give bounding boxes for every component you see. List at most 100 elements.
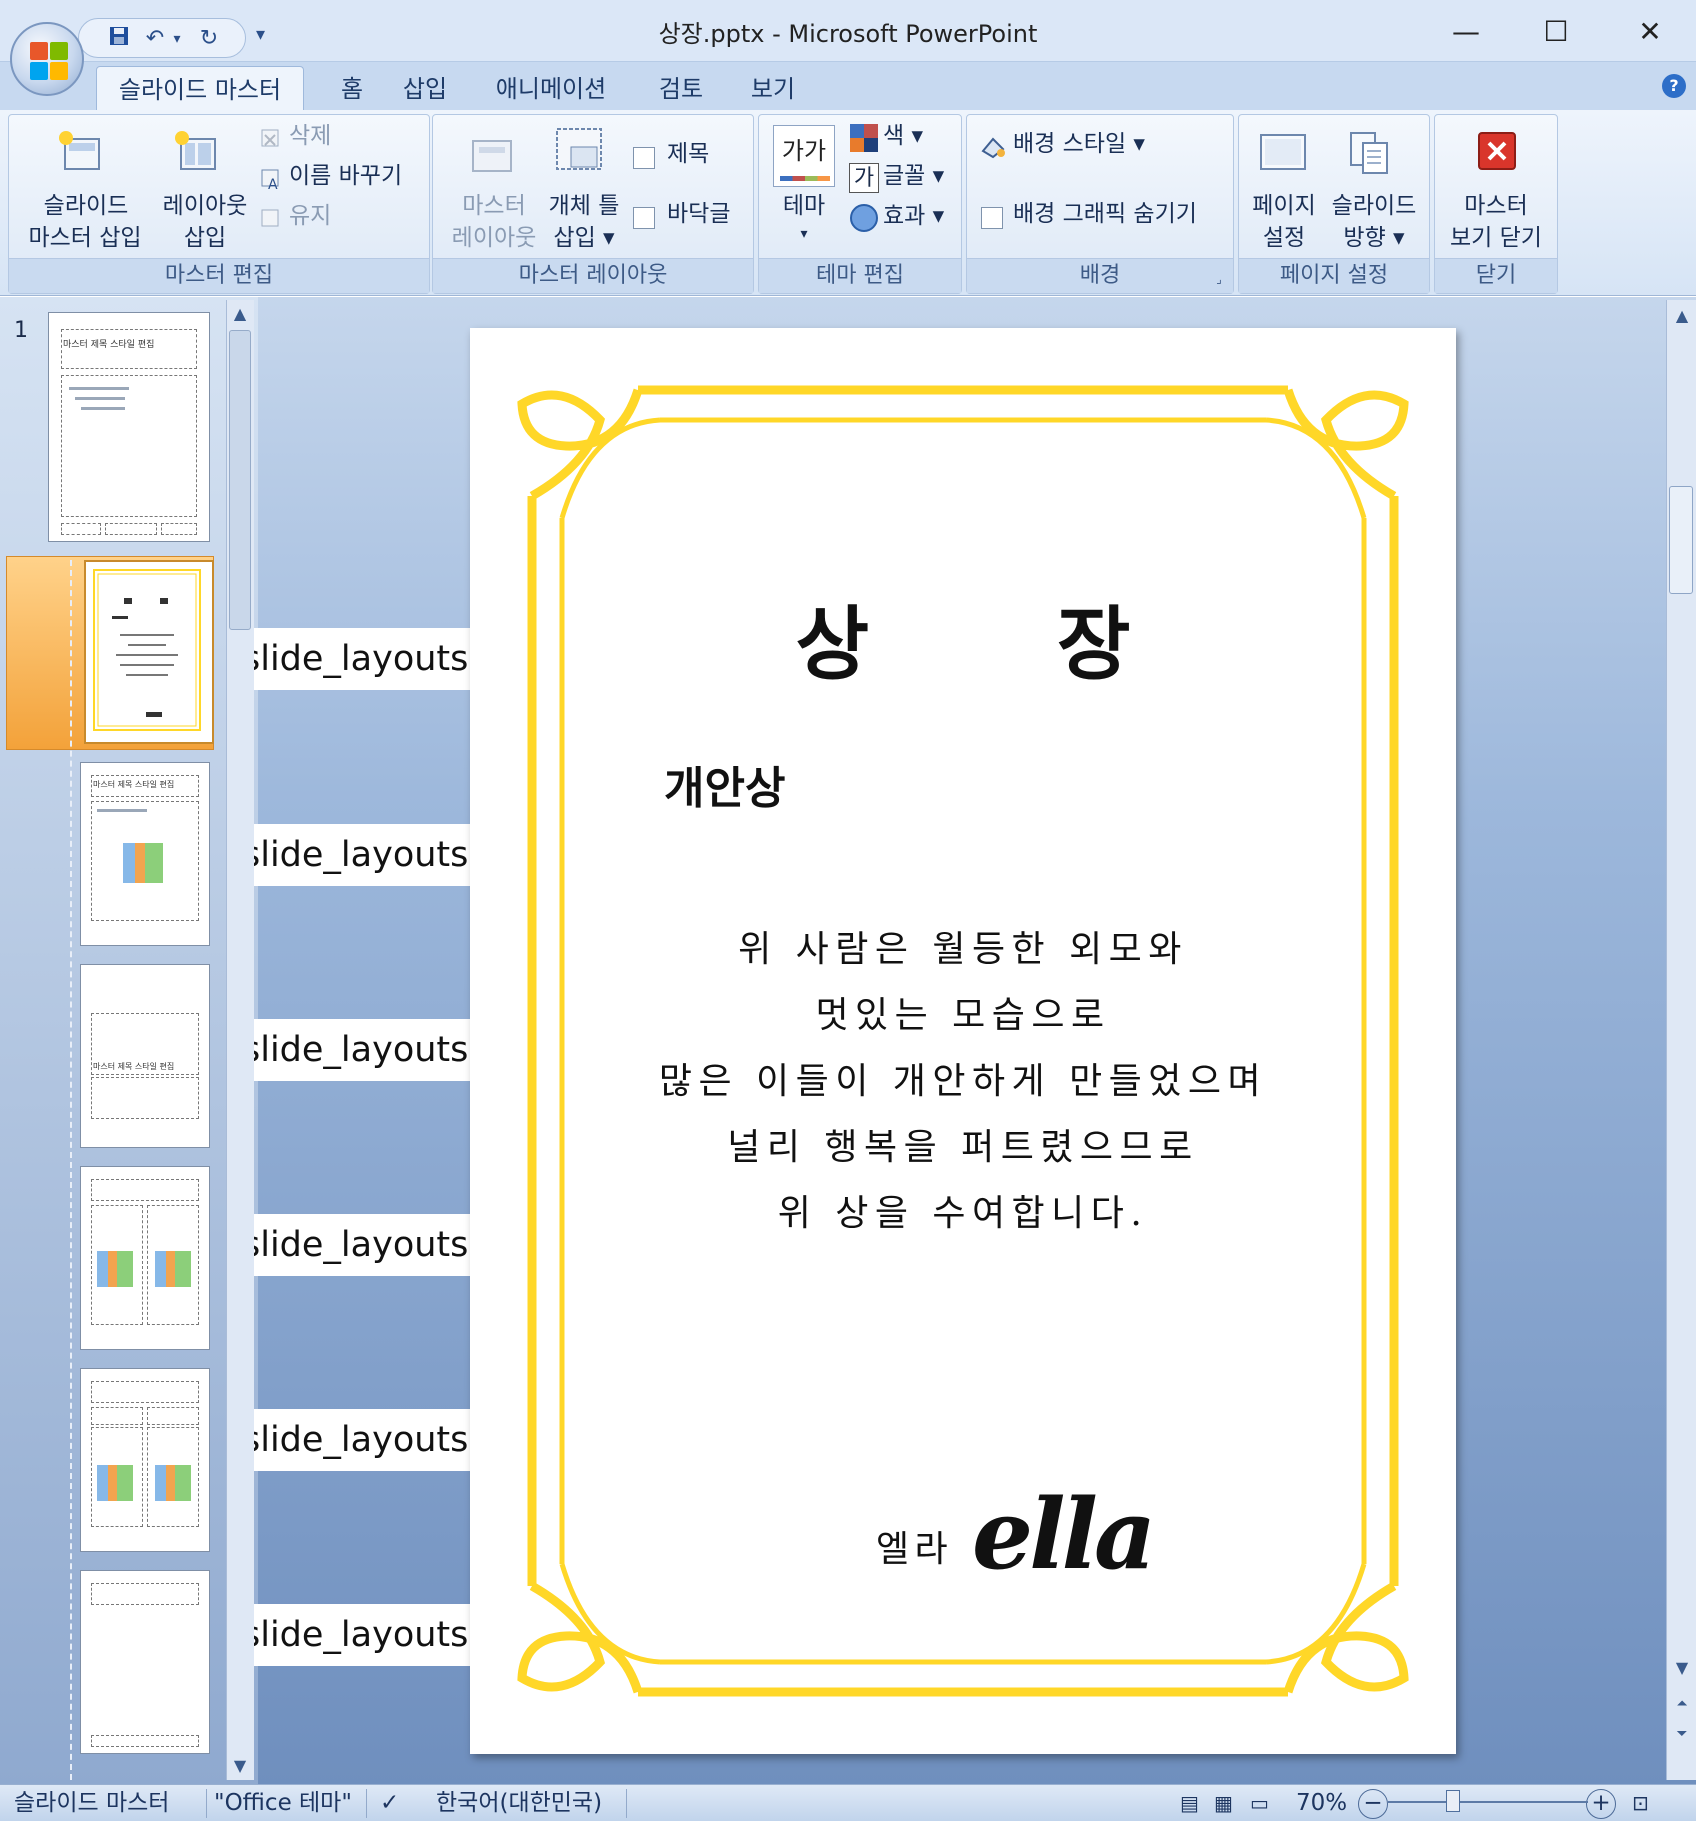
theme-gallery-button[interactable]: 가가 (773, 125, 835, 187)
zoom-slider[interactable] (1388, 1801, 1588, 1803)
zoom-out-icon[interactable]: − (1358, 1789, 1388, 1819)
layout-thumbnail-3[interactable] (80, 1166, 210, 1350)
layout-thumbnail-4[interactable] (80, 1368, 210, 1552)
body-line-3[interactable]: 많은 이들이 개안하게 만들었으며 (470, 1052, 1456, 1104)
fonts-icon: 가 (849, 163, 879, 193)
fonts-button[interactable]: 글꼴 ▾ (883, 161, 944, 192)
next-slide-icon[interactable]: ⏷ (1668, 1720, 1696, 1748)
delete-button[interactable]: 삭제 (289, 121, 331, 152)
insert-layout-label-1[interactable]: 레이아웃 (151, 191, 259, 222)
zoom-in-icon[interactable]: + (1586, 1789, 1616, 1819)
scroll-up-arrow-icon[interactable]: ▲ (226, 300, 254, 328)
tree-connector (70, 560, 72, 1780)
insert-master-label-2[interactable]: 마스터 삽입 (17, 223, 153, 254)
group-label-close: 닫기 (1435, 258, 1557, 293)
slide-scroll-up-icon[interactable]: ▲ (1668, 302, 1696, 330)
insert-layout-label-2[interactable]: 삽입 (151, 223, 259, 254)
title-checkbox[interactable] (633, 147, 655, 169)
maximize-button[interactable]: ☐ (1526, 8, 1586, 56)
customize-qat-icon[interactable]: ▾ (256, 24, 280, 52)
tab-slide-master[interactable]: 슬라이드 마스터 (96, 66, 304, 113)
previous-slide-icon[interactable]: ⏶ (1668, 1690, 1696, 1718)
zoom-level[interactable]: 70% (1296, 1787, 1347, 1820)
theme-sample-text: 가가 (781, 137, 827, 165)
insert-placeholder-label-2[interactable]: 삽입 ▾ (543, 223, 625, 254)
effects-icon (850, 204, 878, 232)
layout-thumbnail-0[interactable] (84, 560, 214, 744)
body-line-1[interactable]: 위 사람은 월등한 외모와 (470, 920, 1456, 972)
close-master-view-label-2[interactable]: 보기 닫기 (1439, 223, 1553, 254)
normal-view-icon[interactable]: ▤ (1180, 1787, 1210, 1820)
body-line-5[interactable]: 위 상을 수여합니다. (470, 1184, 1456, 1236)
insert-master-label-1[interactable]: 슬라이드 (31, 191, 141, 222)
body-line-2[interactable]: 멋있는 모습으로 (470, 986, 1456, 1038)
signature[interactable]: ella (972, 1478, 1212, 1591)
layout-thumbnail-5[interactable] (80, 1570, 210, 1754)
status-language[interactable]: 한국어(대한민국) (436, 1787, 602, 1820)
body-line-4[interactable]: 널리 행복을 퍼트렸으므로 (470, 1118, 1456, 1170)
tab-review[interactable]: 검토 (648, 66, 714, 112)
save-icon[interactable] (105, 25, 133, 53)
slide-scroll-down-icon[interactable]: ▼ (1668, 1654, 1696, 1682)
slide-scroll-thumb[interactable] (1669, 486, 1693, 594)
help-icon[interactable]: ? (1662, 74, 1686, 98)
layout-thumbnail-1[interactable]: 마스터 제목 스타일 편집 (80, 762, 210, 946)
group-label-background: 배경 (967, 258, 1233, 293)
page-setup-label-2[interactable]: 설정 (1245, 223, 1323, 254)
close-master-view-label-1[interactable]: 마스터 (1439, 191, 1553, 222)
layout2-thumb-title: 마스터 제목 스타일 편집 (93, 1062, 175, 1071)
office-button[interactable] (10, 22, 84, 96)
certificate-title[interactable]: 상 장 (470, 580, 1456, 696)
master-layout-label-1[interactable]: 마스터 (449, 191, 539, 222)
close-button[interactable]: ✕ (1620, 8, 1680, 56)
scroll-down-arrow-icon[interactable]: ▼ (226, 1752, 254, 1780)
zoom-slider-handle[interactable] (1446, 1790, 1460, 1812)
master-layout-label-2[interactable]: 레이아웃 (441, 223, 547, 254)
theme-label[interactable]: 테마 (773, 191, 835, 222)
group-master-edit: 슬라이드 마스터 삽입 레이아웃 삽입 삭제 A 이름 바꾸기 유지 마스터 편… (8, 114, 430, 294)
footer-checkbox[interactable] (633, 207, 655, 229)
thumbnail-scroll-thumb[interactable] (229, 330, 251, 630)
tab-home[interactable]: 홈 (324, 66, 380, 112)
dialog-launcher-icon[interactable]: ⌟ (1211, 271, 1227, 287)
fit-to-window-icon[interactable]: ⊡ (1632, 1787, 1660, 1820)
effects-button[interactable]: 효과 ▾ (883, 201, 944, 232)
layout1-thumb-title: 마스터 제목 스타일 편집 (93, 780, 175, 789)
master-thumb-title: 마스터 제목 스타일 편집 (63, 340, 155, 350)
rename-button[interactable]: 이름 바꾸기 (289, 161, 402, 192)
page-setup-label-1[interactable]: 페이지 (1245, 191, 1323, 222)
redo-icon[interactable]: ↻ (195, 25, 223, 53)
group-theme-edit: 가가 테마 ▾ 색 ▾ 가 글꼴 ▾ 효과 ▾ 테마 편집 (758, 114, 962, 294)
minimize-button[interactable]: — (1436, 8, 1496, 56)
background-styles-button[interactable]: 배경 스타일 ▾ (1013, 129, 1145, 160)
undo-dropdown-icon[interactable]: ▾ (163, 25, 191, 53)
insert-master-icon (59, 131, 100, 170)
slide-master-thumbnail[interactable]: 마스터 제목 스타일 편집 (48, 312, 210, 542)
quick-access-toolbar: ↶ ▾ ↻ (78, 18, 246, 58)
delete-icon (261, 129, 279, 147)
group-label-page-setup: 페이지 설정 (1239, 258, 1429, 293)
close-master-view-icon (1478, 132, 1516, 170)
group-label-master-edit: 마스터 편집 (9, 258, 429, 293)
tab-animations[interactable]: 애니메이션 (484, 66, 618, 112)
tab-view[interactable]: 보기 (740, 66, 806, 112)
theme-dropdown-icon[interactable]: ▾ (773, 219, 835, 250)
master-layout-icon (472, 140, 512, 172)
hide-background-graphics-checkbox[interactable] (981, 207, 1003, 229)
spell-check-icon[interactable]: ✓ (380, 1787, 410, 1820)
preserve-button[interactable]: 유지 (289, 201, 331, 232)
slide-orientation-label-2[interactable]: 방향 ▾ (1325, 223, 1423, 254)
slide-sorter-view-icon[interactable]: ▦ (1214, 1787, 1244, 1820)
layout-thumbnail-2[interactable]: 마스터 제목 스타일 편집 (80, 964, 210, 1148)
status-view-name: 슬라이드 마스터 (14, 1790, 170, 1816)
slide-orientation-label-1[interactable]: 슬라이드 (1325, 191, 1423, 222)
insert-placeholder-icon (556, 128, 602, 170)
award-name[interactable]: 개안상 (664, 752, 964, 816)
colors-button[interactable]: 색 ▾ (883, 121, 923, 152)
title-bar: 상장.pptx - Microsoft PowerPoint — ☐ ✕ (0, 0, 1696, 62)
office-logo-icon (30, 42, 68, 80)
insert-placeholder-label-1[interactable]: 개체 틀 (543, 191, 625, 222)
slide-show-view-icon[interactable]: ▭ (1250, 1787, 1280, 1820)
group-master-layout: 마스터 레이아웃 개체 틀 삽입 ▾ 제목 바닥글 마스터 레이아웃 (432, 114, 754, 294)
tab-insert[interactable]: 삽입 (392, 66, 458, 112)
